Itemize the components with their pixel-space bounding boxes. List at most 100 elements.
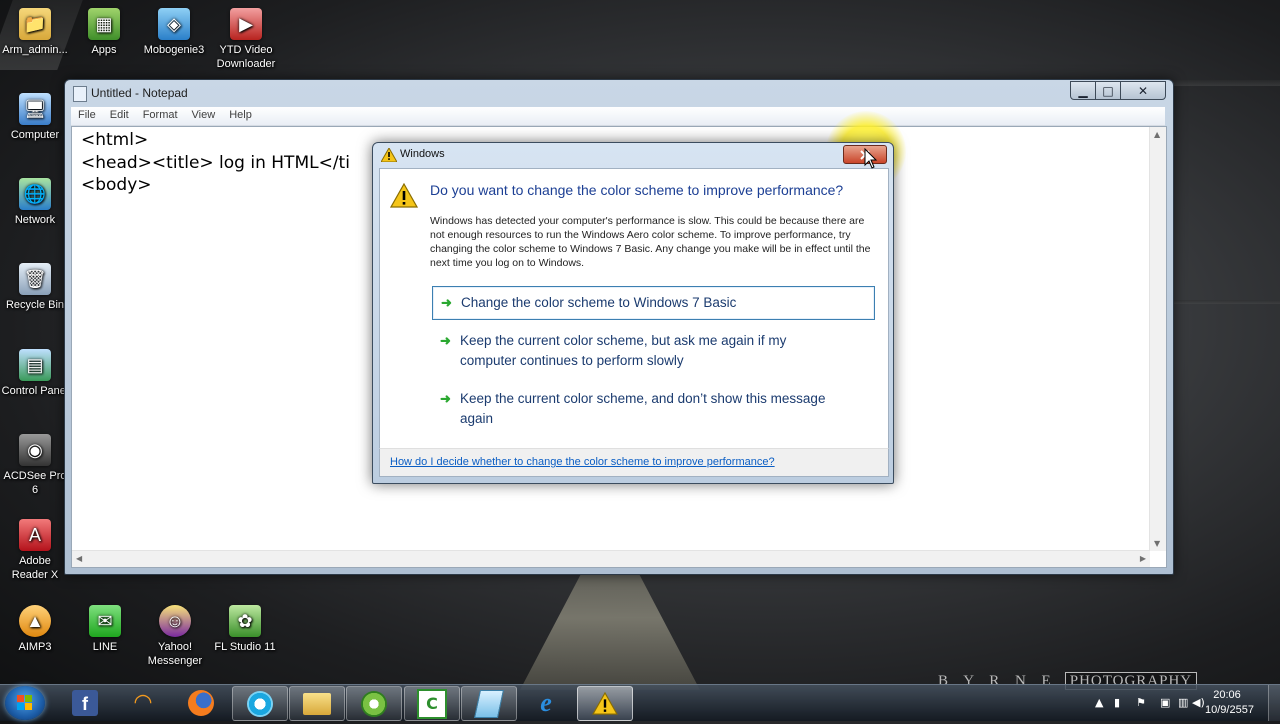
clock-time: 20:06 [1213, 689, 1241, 701]
desktop-icon-control-panel[interactable]: ▤ Control Panel [0, 349, 70, 398]
minimize-button[interactable]: ▁ [1070, 81, 1096, 100]
explorer-icon [303, 692, 331, 715]
desktop-icon-label: Arm_admin... [2, 44, 68, 56]
yahoo-messenger-icon: ☺ [159, 605, 191, 637]
option-keep-ask-again[interactable]: ➜ Keep the current color scheme, but ask… [432, 325, 852, 377]
desktop-icon-label: YTD Video Downloader [216, 44, 276, 70]
notepad-icon [474, 689, 504, 718]
green-arrow-icon: ➜ [440, 391, 451, 406]
option-label: Keep the current color scheme, but ask m… [460, 333, 787, 368]
desktop-icon-label: FL Studio 11 [214, 641, 276, 653]
dialog-footer: How do I decide whether to change the co… [379, 448, 889, 477]
start-button[interactable] [5, 686, 45, 720]
facebook-icon: f [72, 689, 98, 716]
dialog-heading: Do you want to change the color scheme t… [430, 182, 844, 198]
close-button[interactable]: ✕ [1120, 81, 1166, 100]
desktop-icon-label: Mobogenie3 [143, 44, 205, 56]
desktop-icon-label: AIMP3 [18, 641, 52, 653]
editor-content: <html> <head><title> log in HTML</ti <bo… [81, 130, 350, 195]
dialog-body: Do you want to change the color scheme t… [379, 168, 889, 450]
desktop-icon-ytd[interactable]: ▶ YTD Video Downloader [211, 8, 281, 71]
skype-icon [247, 690, 273, 717]
wallpaper-platform [520, 570, 700, 690]
warning-icon [390, 183, 418, 208]
media-player-icon [361, 690, 387, 717]
taskbar-wifi-app[interactable]: ◠ [116, 686, 170, 719]
network-icon: 🌐 [19, 178, 51, 210]
taskbar-media-player[interactable] [346, 686, 402, 721]
desktop-icon-label: Computer [10, 129, 60, 141]
wallpaper-beam [1172, 80, 1280, 86]
desktop-icon-mobogenie[interactable]: ◈ Mobogenie3 [139, 8, 209, 57]
taskbar-internet-explorer[interactable]: e [519, 686, 573, 719]
taskbar-skype[interactable] [232, 686, 288, 721]
scroll-left-icon[interactable]: ◀ [76, 554, 82, 563]
vertical-scrollbar[interactable]: ▲ ▼ [1149, 127, 1166, 551]
desktop-icon-recycle-bin[interactable]: 🗑 Recycle Bin [0, 263, 70, 312]
camtasia-icon: C [417, 688, 447, 719]
taskbar-notepad[interactable] [461, 686, 517, 721]
taskbar-explorer[interactable] [289, 686, 345, 721]
desktop-icon-label: Recycle Bin [5, 299, 65, 311]
menu-view[interactable]: View [185, 107, 223, 121]
desktop-icon-computer[interactable]: 🖥 Computer [0, 93, 70, 142]
clock-date: 10/9/2557 [1205, 704, 1254, 716]
option-change-to-basic[interactable]: ➜ Change the color scheme to Windows 7 B… [432, 286, 875, 320]
menu-help[interactable]: Help [222, 107, 259, 121]
internet-explorer-icon: e [540, 687, 552, 717]
menu-bar: File Edit Format View Help [71, 107, 1165, 126]
tray-network-icon[interactable]: ▥ [1178, 696, 1188, 709]
desktop-icon-label: Adobe Reader X [11, 555, 59, 581]
desktop-icon-acdsee[interactable]: ◉ ACDSee Pro 6 [0, 434, 70, 497]
desktop-icon-label: Network [14, 214, 56, 226]
desktop-icon-arm-admin[interactable]: 📁 Arm_admin... [0, 8, 70, 57]
menu-file[interactable]: File [71, 107, 103, 121]
adobe-reader-icon: A [19, 519, 51, 551]
ytd-icon: ▶ [230, 8, 262, 40]
desktop-icon-label: ACDSee Pro 6 [3, 470, 67, 496]
firefox-icon [188, 689, 214, 716]
notepad-title: Untitled - Notepad [91, 86, 188, 100]
recycle-bin-icon: 🗑 [19, 263, 51, 295]
control-panel-icon: ▤ [19, 349, 51, 381]
tray-flag-icon[interactable]: ⚑ [1136, 696, 1146, 709]
taskbar-warning-dialog[interactable] [577, 686, 633, 721]
desktop-icon-adobe-reader[interactable]: A Adobe Reader X [0, 519, 70, 582]
desktop-icon-label: Apps [91, 44, 117, 56]
menu-edit[interactable]: Edit [103, 107, 136, 121]
show-desktop-button[interactable] [1268, 685, 1280, 721]
acdsee-icon: ◉ [19, 434, 51, 466]
tray-volume-icon[interactable]: ◀) [1192, 696, 1205, 709]
option-keep-dont-show[interactable]: ➜ Keep the current color scheme, and don… [432, 383, 852, 435]
desktop-icon-yahoo-messenger[interactable]: ☺ Yahoo! Messenger [140, 605, 210, 668]
desktop-icon-line[interactable]: ✉ LINE [70, 605, 140, 654]
system-clock[interactable]: 20:06 10/9/2557 [1205, 688, 1254, 718]
notepad-icon [73, 86, 87, 102]
wifi-app-icon: ◠ [133, 690, 153, 715]
option-label: Change the color scheme to Windows 7 Bas… [461, 295, 737, 310]
folder-icon: 📁 [19, 8, 51, 40]
maximize-button[interactable]: □ [1095, 81, 1121, 100]
desktop-icon-fl-studio[interactable]: ✿ FL Studio 11 [210, 605, 280, 654]
tray-app-icon[interactable]: ▮ [1114, 696, 1120, 709]
scroll-down-icon[interactable]: ▼ [1154, 539, 1160, 548]
scroll-right-icon[interactable]: ▶ [1140, 554, 1146, 563]
tray-expand-icon[interactable]: ▲ [1095, 696, 1103, 709]
mobogenie-icon: ◈ [158, 8, 190, 40]
scroll-up-icon[interactable]: ▲ [1154, 130, 1160, 139]
performance-dialog: Windows Do you want to change the color … [372, 142, 894, 484]
desktop-icon-aimp[interactable]: ▲ AIMP3 [0, 605, 70, 654]
mouse-cursor-icon [864, 148, 878, 169]
menu-format[interactable]: Format [136, 107, 185, 121]
desktop-icon-network[interactable]: 🌐 Network [0, 178, 70, 227]
windows-logo-icon [17, 695, 32, 710]
taskbar-facebook[interactable]: f [58, 686, 112, 719]
taskbar-camtasia[interactable]: C [404, 686, 460, 721]
taskbar-firefox[interactable] [174, 686, 228, 719]
horizontal-scrollbar[interactable]: ◀ ▶ [72, 550, 1150, 567]
help-link[interactable]: How do I decide whether to change the co… [390, 456, 775, 468]
desktop-icon-apps[interactable]: ▦ Apps [69, 8, 139, 57]
computer-icon: 🖥 [19, 93, 51, 125]
option-label: Keep the current color scheme, and don’t… [460, 391, 826, 426]
tray-usb-icon[interactable]: ▣ [1160, 696, 1170, 709]
